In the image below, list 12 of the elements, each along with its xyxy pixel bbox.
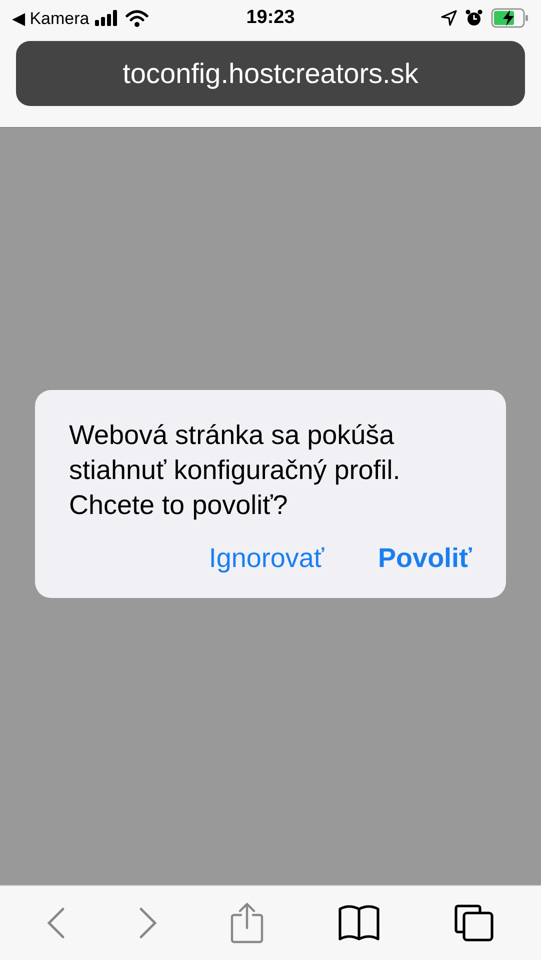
address-bar[interactable]: toconfig.hostcreators.sk xyxy=(16,41,525,106)
book-icon[interactable] xyxy=(338,905,380,941)
wifi-icon xyxy=(125,10,150,26)
alarm-icon xyxy=(465,9,484,27)
clock-time: 19:23 xyxy=(246,7,295,29)
location-arrow-icon xyxy=(441,10,458,26)
tabs-icon[interactable] xyxy=(454,904,494,942)
back-to-app-link[interactable]: ◀ Kamera xyxy=(12,8,90,28)
alert-message: Webová stránka sa pokúša stiahnuť konfiguračný profil. Chcete to povoliť? xyxy=(69,418,402,522)
battery-charging-icon xyxy=(491,8,530,28)
url-text: toconfig.hostcreators.sk xyxy=(122,58,418,90)
signal-icon xyxy=(95,10,120,26)
